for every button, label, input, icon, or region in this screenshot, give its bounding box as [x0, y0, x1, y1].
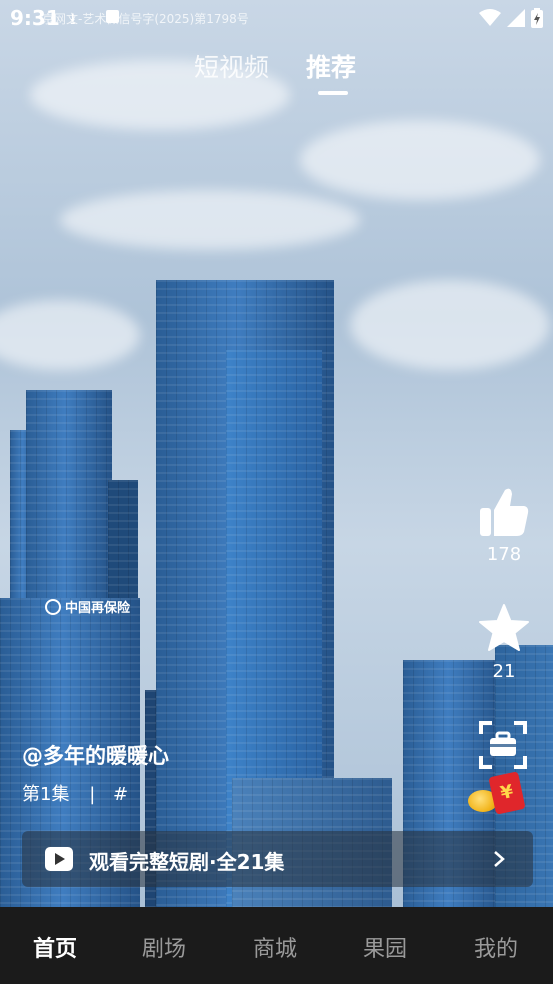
notification-icon: [106, 10, 119, 23]
building: [26, 390, 112, 630]
nav-theater[interactable]: 剧场: [142, 931, 186, 963]
favorite-count: 21: [492, 661, 516, 682]
wifi-icon: [479, 9, 501, 26]
video-frame[interactable]: 中国再保险: [0, 0, 553, 907]
logo-icon: [45, 598, 61, 615]
active-tab-indicator: [318, 91, 348, 95]
video-author[interactable]: @多年的暖暖心: [22, 740, 169, 770]
nav-home[interactable]: 首页: [33, 931, 77, 963]
download-icon: ⭳: [70, 9, 76, 28]
cloud: [300, 120, 540, 200]
status-time: 9:31: [10, 6, 60, 30]
like-count: 178: [486, 544, 522, 565]
nav-profile[interactable]: 我的: [474, 931, 518, 963]
banner-text: 观看完整短剧·全21集: [89, 850, 285, 874]
watch-full-drama-banner[interactable]: 观看完整短剧·全21集: [22, 831, 533, 887]
bottom-nav: 首页 剧场 商城 果园 我的: [0, 907, 553, 984]
cloud: [0, 300, 140, 370]
chevron-right-icon: [494, 851, 505, 867]
hashtag[interactable]: #: [113, 784, 128, 805]
signal-icon: [507, 9, 525, 27]
play-icon: [45, 847, 73, 871]
status-bar: 京网文-艺术微信号字(2025)第1798号 9:31 ⭳: [0, 0, 553, 36]
cloud: [60, 190, 360, 250]
episode-separator: |: [89, 784, 96, 805]
battery-icon: [531, 8, 543, 28]
tab-short-video[interactable]: 短视频: [194, 48, 269, 84]
building-logo: 中国再保险: [45, 597, 130, 616]
thumbs-up-icon: [480, 488, 529, 536]
cloud: [350, 280, 550, 370]
like-button[interactable]: 178: [474, 486, 534, 565]
red-envelope-icon: ¥: [488, 771, 526, 815]
nav-mall[interactable]: 商城: [253, 931, 297, 963]
red-envelope-button[interactable]: ¥: [466, 771, 528, 820]
scan-button[interactable]: [478, 720, 528, 770]
top-tabs: 短视频 推荐: [0, 48, 553, 98]
nav-orchard[interactable]: 果园: [363, 931, 407, 963]
favorite-button[interactable]: 21: [474, 603, 534, 682]
scan-icon: [479, 721, 527, 769]
tab-recommend[interactable]: 推荐: [306, 48, 356, 84]
episode-number[interactable]: 第1集: [22, 784, 69, 805]
episode-info: 第1集 | #: [22, 780, 128, 806]
star-icon: [479, 604, 529, 651]
